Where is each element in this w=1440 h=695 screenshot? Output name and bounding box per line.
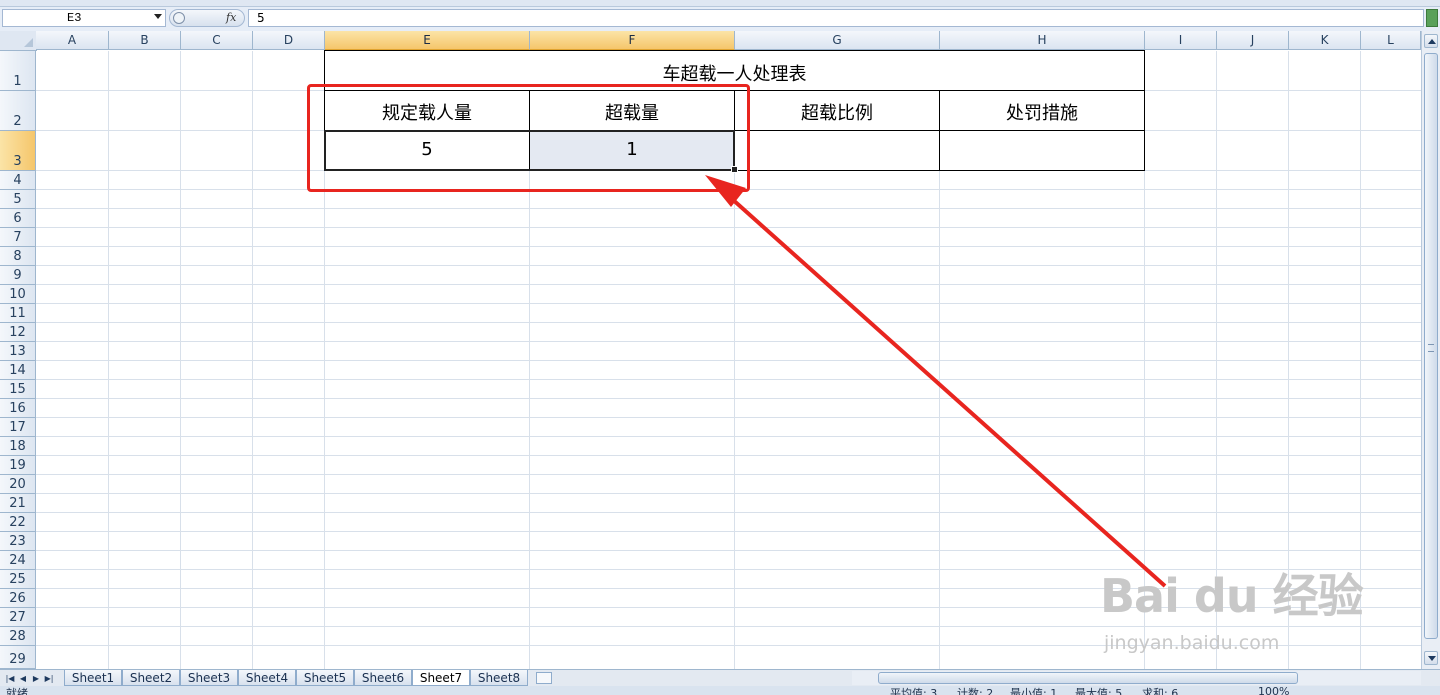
tab-sheet3[interactable]: Sheet3 bbox=[180, 670, 238, 686]
tab-sheet7[interactable]: Sheet7 bbox=[412, 670, 470, 686]
scroll-down-button[interactable] bbox=[1424, 651, 1438, 665]
insert-sheet-icon[interactable] bbox=[536, 672, 552, 684]
scroll-up-button[interactable] bbox=[1424, 34, 1438, 48]
zoom-level[interactable]: 100% bbox=[1258, 686, 1289, 695]
next-sheet-icon[interactable]: ▶ bbox=[30, 673, 42, 684]
status-sum: 求和: 6 bbox=[1142, 687, 1179, 695]
status-max: 最大值: 5 bbox=[1075, 687, 1123, 695]
tab-sheet2[interactable]: Sheet2 bbox=[122, 670, 180, 686]
grip-icon bbox=[1428, 344, 1434, 352]
tab-sheet6[interactable]: Sheet6 bbox=[354, 670, 412, 686]
tab-sheet4[interactable]: Sheet4 bbox=[238, 670, 296, 686]
baidu-watermark: Bai du 经验 jingyan.baidu.com bbox=[1100, 560, 1364, 654]
arrow-head bbox=[705, 175, 746, 207]
watermark-logo: Bai du 经验 bbox=[1100, 569, 1364, 623]
sheet-tab-bar: |◀ ◀ ▶ ▶| Sheet1 Sheet2 Sheet3 Sheet4 Sh… bbox=[0, 669, 1440, 687]
prev-sheet-icon[interactable]: ◀ bbox=[17, 673, 29, 684]
tab-sheet5[interactable]: Sheet5 bbox=[296, 670, 354, 686]
status-count: 计数: 2 bbox=[957, 687, 994, 695]
tab-sheet1[interactable]: Sheet1 bbox=[64, 670, 122, 686]
vertical-scrollbar[interactable] bbox=[1421, 31, 1440, 669]
status-mode: 就绪 bbox=[6, 687, 28, 695]
horizontal-scroll-thumb[interactable] bbox=[878, 672, 1298, 684]
vertical-scroll-thumb[interactable] bbox=[1424, 53, 1438, 639]
status-bar: 就绪 平均值: 3 计数: 2 最小值: 1 最大值: 5 求和: 6 100% bbox=[0, 686, 1440, 695]
watermark-url: jingyan.baidu.com bbox=[1104, 632, 1280, 654]
arrow-shaft bbox=[720, 188, 1167, 588]
tab-sheet8[interactable]: Sheet8 bbox=[470, 670, 528, 686]
first-sheet-icon[interactable]: |◀ bbox=[4, 673, 16, 684]
last-sheet-icon[interactable]: ▶| bbox=[43, 673, 55, 684]
horizontal-scrollbar[interactable] bbox=[852, 671, 1421, 685]
status-min: 最小值: 1 bbox=[1010, 687, 1058, 695]
status-average: 平均值: 3 bbox=[890, 687, 938, 695]
